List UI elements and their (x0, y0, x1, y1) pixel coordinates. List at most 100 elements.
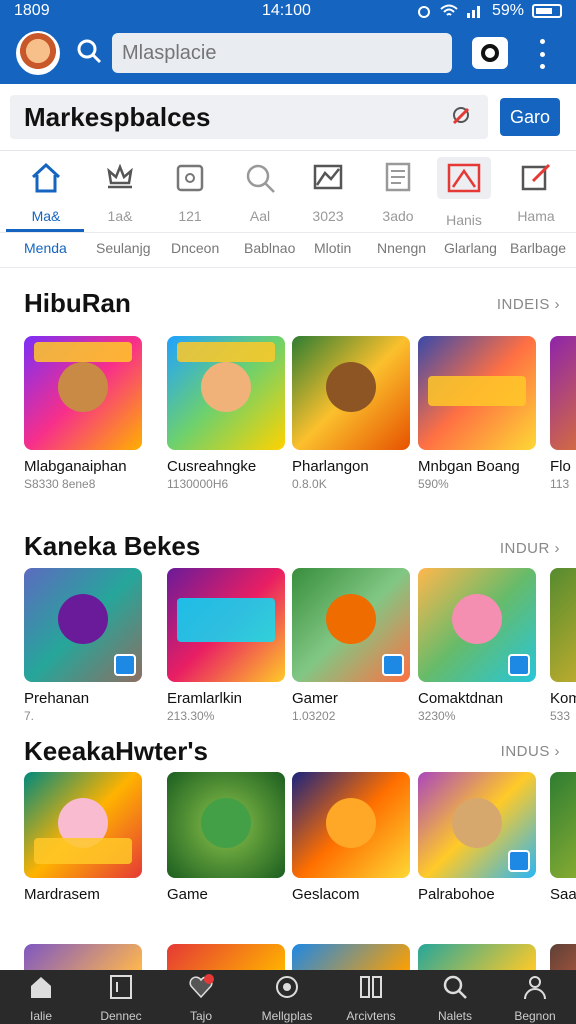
game-meta: 7. (24, 709, 35, 723)
game-title: Flo (550, 458, 571, 475)
sub-tab[interactable]: Bablnao (244, 240, 295, 256)
sub-tab[interactable]: Seulanjg (96, 240, 151, 256)
category-label: 3023 (312, 208, 344, 224)
game-thumbnail (24, 944, 142, 970)
search-input[interactable] (112, 33, 452, 73)
bottom-nav-item[interactable]: Begnon (494, 974, 576, 1023)
game-meta: 533 (550, 709, 571, 723)
game-card[interactable] (550, 944, 576, 970)
section-title: KeeakaHwter's (24, 736, 208, 766)
bottom-nav-item[interactable]: Nalets (414, 974, 496, 1023)
game-card[interactable]: Saa (550, 772, 576, 903)
app-bar (0, 24, 576, 84)
game-thumbnail (292, 336, 410, 450)
document-icon (385, 162, 411, 192)
category-label: Ma& (31, 208, 61, 224)
game-card[interactable]: Mnbgan Boang 590% (418, 336, 536, 491)
bottom-nav-label: Dennec (100, 1009, 142, 1023)
sub-tab[interactable]: Nnengn (377, 240, 426, 256)
image-icon (437, 157, 491, 199)
category-item[interactable]: 3ado (362, 157, 434, 229)
game-card[interactable] (292, 944, 410, 970)
sub-tab[interactable]: Dnceon (171, 240, 219, 256)
game-title: Saa (550, 886, 576, 903)
category-label: 3ado (382, 208, 414, 224)
game-card[interactable]: Mlabganaiphan S8330 8ene8 (24, 336, 142, 491)
category-item[interactable]: Aal (224, 157, 296, 229)
section-more-link[interactable]: INDEIS › (497, 296, 560, 313)
game-card[interactable]: Geslacom (292, 772, 410, 903)
game-title: Pharlangon (292, 458, 369, 475)
game-title: Comaktdnan (418, 690, 504, 707)
bottom-nav-label: Mellgplas (261, 1009, 313, 1023)
game-card[interactable]: Pharlangon 0.8.0K (292, 336, 410, 491)
game-card[interactable]: Flo 113 (550, 336, 576, 491)
section-more-label: INDUR (499, 540, 550, 557)
sub-tab[interactable]: Barlbage (510, 240, 566, 256)
user-icon (524, 976, 546, 1000)
section-more-link[interactable]: INDUR › (500, 540, 560, 557)
game-card[interactable]: Eramlarlkin 213.30% (167, 568, 285, 723)
bottom-nav-item[interactable]: Dennec (80, 974, 162, 1023)
game-card[interactable]: Mardrasem (24, 772, 142, 903)
bottom-nav-item[interactable]: Tajo (160, 974, 242, 1023)
sub-tab[interactable]: Glarlang (444, 240, 497, 256)
search-icon[interactable] (76, 38, 102, 64)
more-vertical-icon[interactable] (532, 39, 552, 69)
status-icons: 59% (416, 2, 562, 20)
category-item[interactable]: 1a& (84, 157, 156, 229)
bottom-nav: Ialie Dennec Tajo Mellgplas Arcivtens Na… (0, 970, 576, 1024)
game-thumbnail (292, 568, 410, 682)
sub-tab[interactable]: Mlotin (314, 240, 351, 256)
game-card[interactable] (167, 944, 285, 970)
battery-icon (532, 4, 562, 18)
game-thumbnail (550, 772, 576, 878)
sub-tab[interactable]: Menda (24, 240, 67, 256)
wifi-icon (440, 4, 458, 16)
bottom-nav-item[interactable]: Mellgplas (246, 974, 328, 1023)
category-label: 121 (178, 208, 202, 224)
status-clock: 14:100 (262, 2, 311, 19)
game-card[interactable]: Game (167, 772, 285, 903)
game-title: Gamer (292, 690, 338, 707)
bottom-nav-item[interactable]: Arcivtens (330, 974, 412, 1023)
game-title: Mnbgan Boang (418, 458, 520, 475)
game-card[interactable]: Comaktdnan 3230% (418, 568, 536, 723)
avatar[interactable] (16, 31, 60, 75)
game-title: Geslacom (292, 886, 360, 903)
category-nav: Ma& 1a& 121 Aal 3023 3ado Hanis Hama (0, 150, 576, 232)
bottom-nav-label: Ialie (29, 1009, 52, 1023)
bottom-nav-label: Arcivtens (346, 1009, 396, 1023)
home-icon (31, 162, 61, 193)
game-thumbnail (418, 944, 536, 970)
category-item[interactable]: Hanis (428, 157, 500, 229)
pin-icon[interactable] (448, 104, 474, 130)
page-title: Markespbalces (24, 102, 211, 132)
tablet-icon (110, 975, 132, 999)
game-card[interactable]: Kom 533 (550, 568, 576, 723)
category-item[interactable]: 3023 (292, 157, 364, 229)
game-card[interactable]: Palrabohoe (418, 772, 536, 903)
game-title: Mlabganaiphan (24, 458, 127, 475)
section-more-label: INDUS (500, 743, 550, 760)
camera-icon (481, 44, 499, 62)
section-more-link[interactable]: INDUS › (501, 743, 560, 760)
game-card[interactable] (418, 944, 536, 970)
game-thumbnail (167, 944, 285, 970)
status-bar: 1809 14:100 59% (0, 0, 576, 24)
section-more-label: INDEIS (496, 296, 550, 313)
game-card[interactable]: Prehanan 7. (24, 568, 142, 723)
bottom-nav-item[interactable]: Ialie (0, 974, 82, 1023)
category-item[interactable]: Ma& (10, 157, 82, 229)
home-icon (31, 977, 51, 998)
action-button[interactable]: Garo (500, 98, 560, 136)
game-thumbnail (24, 336, 142, 450)
game-card[interactable] (24, 944, 142, 970)
game-card[interactable]: Cusreahngke 1130000H6 (167, 336, 285, 491)
game-meta: 1130000H6 (167, 477, 229, 491)
game-card[interactable]: Gamer 1.03202 (292, 568, 410, 723)
camera-button[interactable] (472, 37, 508, 69)
category-item[interactable]: Hama (500, 157, 572, 229)
bottom-nav-label: Tajo (189, 1009, 212, 1023)
category-item[interactable]: 121 (154, 157, 226, 229)
